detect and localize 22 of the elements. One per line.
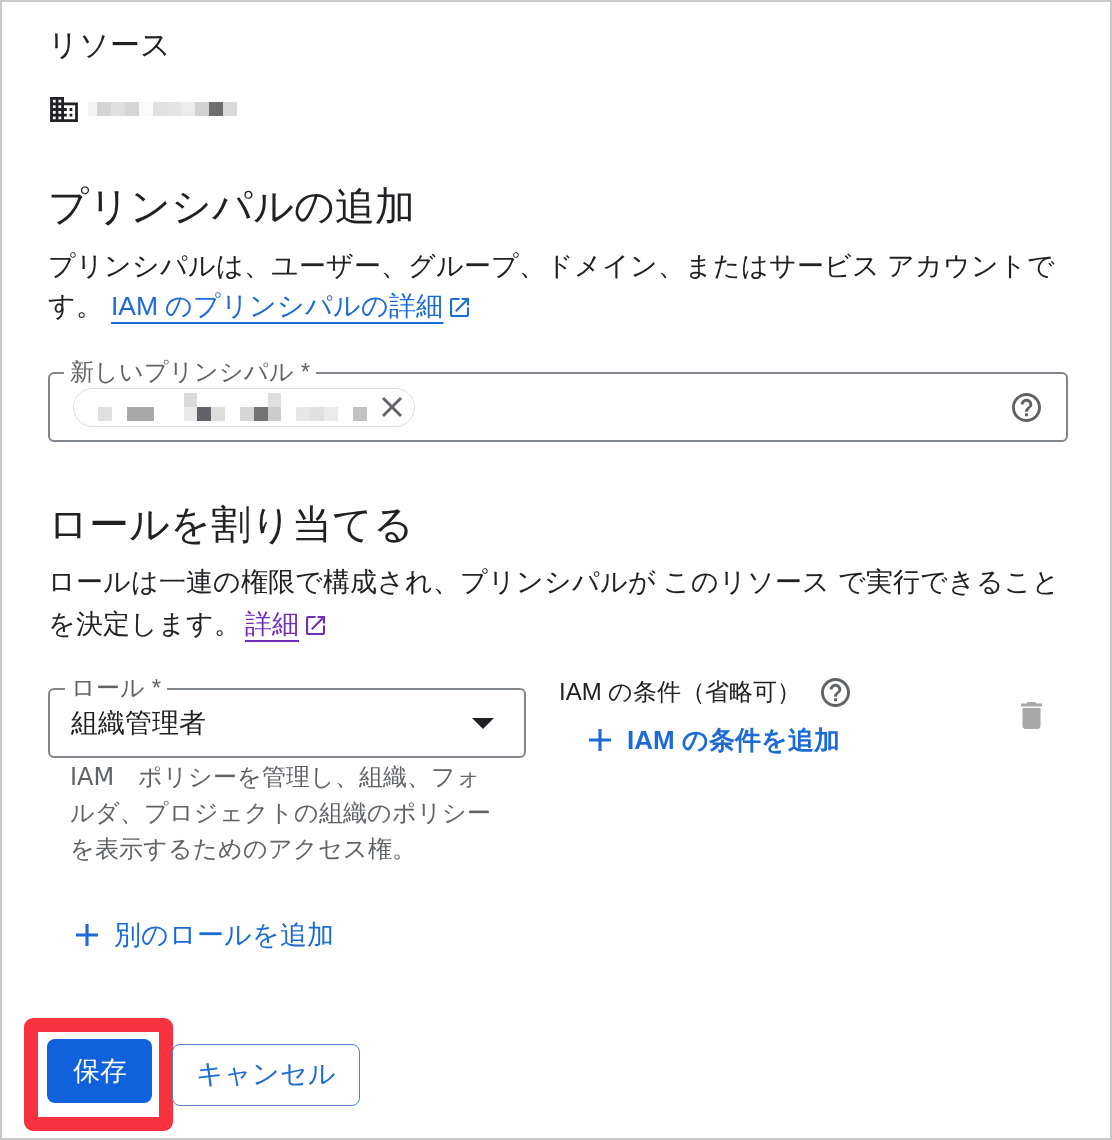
principals-help-link[interactable]: IAM のプリンシパルの詳細 [111, 291, 470, 321]
plus-icon [589, 729, 611, 751]
description-text: ロールは一連の権限で構成され、プリンシパルが このリソース で実行できることを決定します。詳細 [48, 566, 1061, 641]
close-icon[interactable] [382, 397, 402, 417]
role-description: IAM ポリシーを管理し、組織、フォルダ、プロジェクトの組織のポリシーを表示するためのアクセス権。 [70, 762, 492, 865]
building-icon [50, 96, 78, 122]
add-role-button[interactable]: 別のロールを追加 [64, 913, 346, 957]
caret-icon [472, 717, 494, 729]
plus-icon [76, 924, 98, 946]
section-heading: ロールを割り当てる [48, 501, 414, 548]
condition-label: IAM の条件（省略可） [559, 677, 802, 707]
add-condition-button[interactable]: IAM の条件を追加 [577, 720, 852, 760]
save-button[interactable]: 保存 [47, 1039, 152, 1103]
section-heading: プリンシパルの追加 [48, 183, 415, 230]
roles-help-link[interactable]: 詳細 [245, 609, 325, 639]
help-icon[interactable] [821, 677, 851, 707]
description-text: プリンシパルは、ユーザー、グループ、ドメイン、またはサービス アカウントです。 IAM のプリンシパルの詳細 [48, 250, 1057, 323]
external-link-icon [306, 616, 325, 635]
external-link-icon [450, 298, 470, 317]
cancel-button[interactable]: キャンセル [172, 1043, 360, 1106]
resource-title: リソース [48, 27, 171, 63]
help-icon[interactable] [1012, 392, 1041, 422]
